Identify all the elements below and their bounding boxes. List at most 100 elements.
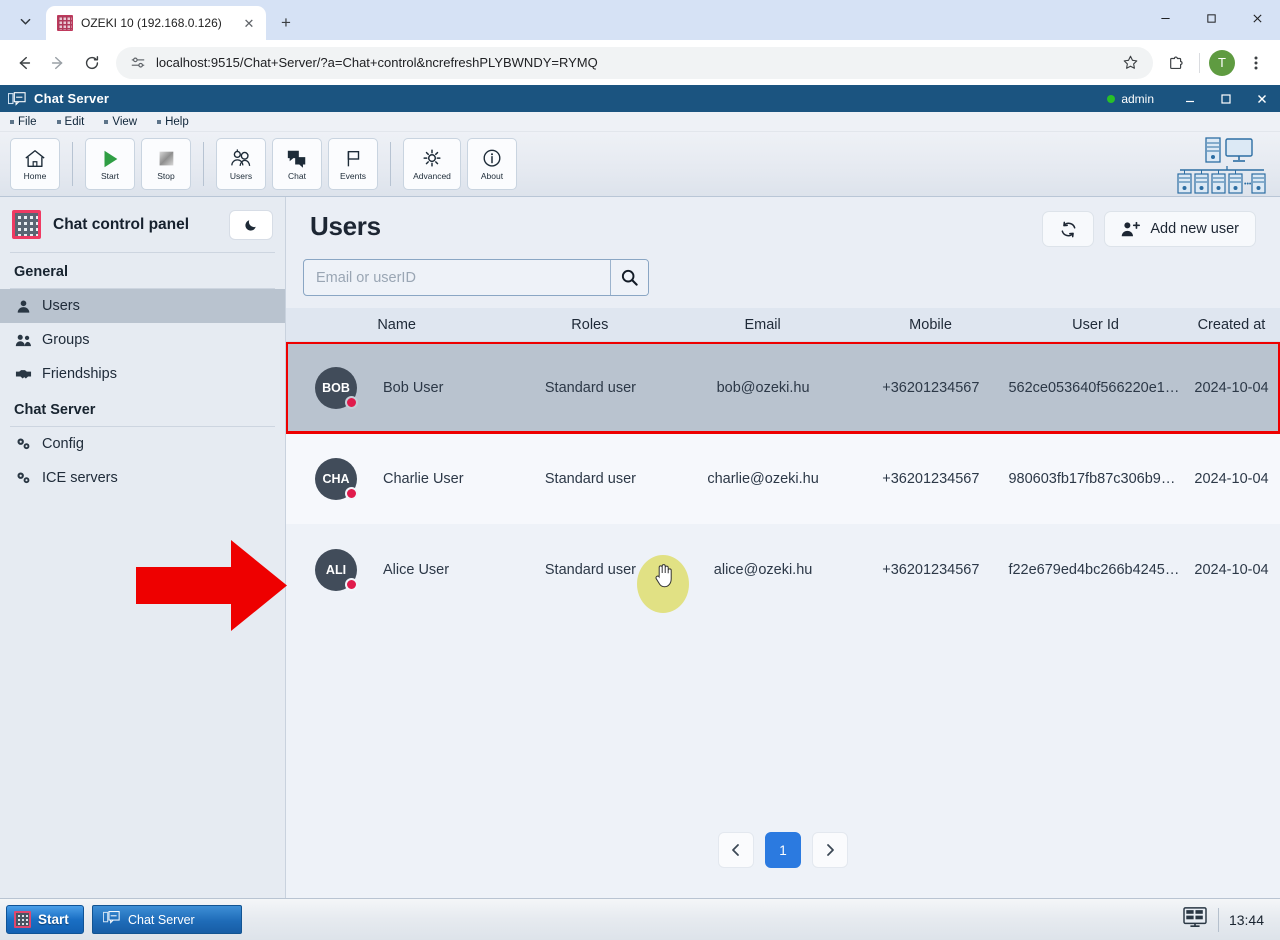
avatar-initials: BOB — [322, 380, 350, 395]
sidebar-item-ice-servers-label: ICE servers — [42, 470, 118, 486]
avatar: BOB — [315, 366, 358, 409]
tab-strip: OZEKI 10 (192.168.0.126) ✕ + — [0, 0, 1280, 40]
avatar: CHA — [315, 457, 358, 500]
column-header-mobile: Mobile — [909, 316, 952, 333]
ribbon-users-button[interactable]: Users — [216, 138, 266, 190]
cell-mobile: +36201234567 — [882, 470, 980, 487]
cell-email: charlie@ozeki.hu — [707, 470, 819, 487]
app-title-bar: Chat Server admin — [0, 85, 1280, 112]
minimize-icon — [1186, 100, 1194, 102]
cell-mobile: +36201234567 — [882, 561, 980, 578]
table-row[interactable]: CHA Charlie User Standard user charlie@o… — [286, 433, 1280, 524]
network-diagram-graphic: ••• — [1172, 136, 1272, 194]
ribbon-home-button[interactable]: Home — [10, 138, 60, 190]
tab-favicon-icon — [57, 15, 73, 31]
profile-button[interactable]: T — [1206, 47, 1238, 79]
handshake-icon — [14, 367, 32, 381]
forward-button[interactable] — [42, 47, 74, 79]
start-button[interactable]: Start — [6, 905, 84, 934]
taskbar-item-label: Chat Server — [128, 912, 195, 927]
sidebar-item-users[interactable]: Users — [0, 289, 285, 323]
search-input[interactable] — [304, 260, 610, 295]
online-status-icon — [1107, 94, 1116, 103]
back-button[interactable] — [8, 47, 40, 79]
sidebar-item-ice-servers[interactable]: ICE servers — [0, 461, 285, 495]
page-title: Users — [310, 211, 381, 241]
browser-toolbar: localhost:9515/Chat+Server/?a=Chat+contr… — [0, 40, 1280, 85]
table-row[interactable]: BOB Bob User Standard user bob@ozeki.hu … — [286, 342, 1280, 434]
account-indicator[interactable]: admin — [1107, 92, 1154, 106]
browser-maximize-button[interactable] — [1188, 0, 1234, 36]
extensions-button[interactable] — [1161, 47, 1193, 79]
workspace: Chat control panel General Users Groups … — [0, 197, 1280, 898]
tab-close-icon[interactable]: ✕ — [240, 14, 258, 32]
display-icon[interactable] — [1182, 906, 1208, 933]
table-body: BOB Bob User Standard user bob@ozeki.hu … — [286, 342, 1280, 802]
close-icon — [1252, 13, 1262, 23]
column-header-roles: Roles — [571, 316, 609, 333]
search-icon — [621, 269, 638, 286]
ribbon-users-label: Users — [229, 170, 253, 181]
browser-window-controls — [1142, 0, 1280, 36]
tab-search-button[interactable] — [8, 6, 42, 36]
browser-tab[interactable]: OZEKI 10 (192.168.0.126) ✕ — [46, 6, 266, 40]
add-new-user-button[interactable]: Add new user — [1104, 211, 1256, 247]
ribbon-start-button[interactable]: Start — [85, 138, 135, 190]
app-close-button[interactable] — [1244, 85, 1280, 112]
ribbon-about-button[interactable]: About — [467, 138, 517, 190]
theme-toggle-button[interactable] — [229, 209, 273, 240]
avatar-initials: ALI — [325, 562, 347, 577]
start-label: Start — [38, 912, 69, 927]
app-minimize-button[interactable] — [1172, 85, 1208, 112]
refresh-button[interactable] — [1042, 211, 1095, 247]
sidebar-item-groups[interactable]: Groups — [0, 323, 285, 357]
pagination: 1 — [286, 802, 1280, 898]
close-icon — [1258, 94, 1266, 103]
sidebar-item-friendships[interactable]: Friendships — [0, 357, 285, 391]
sidebar-item-friendships-label: Friendships — [42, 366, 117, 382]
sidebar-item-config[interactable]: Config — [0, 427, 285, 461]
pagination-page-1[interactable]: 1 — [765, 832, 801, 868]
cell-user-id: 562ce053640f566220e19… — [1008, 379, 1184, 396]
ribbon-chat-button[interactable]: Chat — [272, 138, 322, 190]
column-header-user-id: User Id — [1072, 316, 1119, 333]
people-icon — [14, 333, 32, 348]
search-button[interactable] — [610, 260, 648, 295]
ribbon-events-button[interactable]: Events — [328, 138, 378, 190]
menu-edit[interactable]: Edit — [56, 116, 84, 128]
reload-icon — [85, 55, 99, 69]
maximize-icon — [1206, 13, 1216, 23]
pagination-next-button[interactable] — [812, 832, 848, 868]
cell-email: alice@ozeki.hu — [713, 561, 813, 578]
browser-menu-button[interactable] — [1240, 47, 1272, 79]
app-maximize-button[interactable] — [1208, 85, 1244, 112]
chat-server-app-window: Chat Server admin File Edit View Help Ho… — [0, 85, 1280, 898]
address-bar[interactable]: localhost:9515/Chat+Server/?a=Chat+contr… — [116, 46, 1153, 79]
cell-role: Standard user — [544, 379, 636, 396]
sidebar-item-groups-label: Groups — [42, 332, 90, 348]
browser-close-button[interactable] — [1234, 0, 1280, 36]
minimize-icon — [1160, 17, 1170, 19]
menu-view[interactable]: View — [104, 116, 137, 128]
menu-help[interactable]: Help — [157, 116, 189, 128]
add-new-user-label: Add new user — [1150, 221, 1239, 237]
avatar: T — [1209, 49, 1235, 76]
menu-file[interactable]: File — [10, 116, 37, 128]
browser-minimize-button[interactable] — [1142, 0, 1188, 36]
column-header-name: Name — [377, 316, 416, 333]
app-title-right: admin — [1107, 85, 1280, 112]
moon-icon — [244, 220, 256, 231]
ribbon-advanced-button[interactable]: Advanced — [403, 138, 461, 190]
ribbon-home-label: Home — [23, 170, 47, 181]
chat-server-icon — [7, 91, 26, 106]
cell-mobile: +36201234567 — [882, 379, 980, 396]
new-tab-button[interactable]: + — [272, 9, 300, 37]
pagination-prev-button[interactable] — [718, 832, 754, 868]
star-icon[interactable] — [1122, 54, 1139, 71]
ribbon-stop-button[interactable]: Stop — [141, 138, 191, 190]
taskbar-item-chat-server[interactable]: Chat Server — [92, 905, 242, 934]
gears-icon — [14, 437, 32, 452]
bullet-icon — [157, 119, 162, 124]
reload-button[interactable] — [76, 47, 108, 79]
table-row[interactable]: ALI Alice User Standard user alice@ozeki… — [286, 524, 1280, 615]
